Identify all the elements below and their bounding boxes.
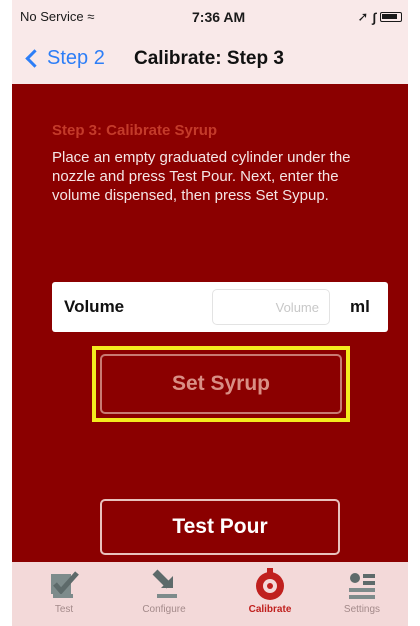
tab-calibrate-label: Calibrate [248, 604, 292, 615]
wifi-icon: ≈ [87, 9, 95, 24]
arrow-down-right-icon [152, 569, 177, 598]
location-arrow-icon: ➚ [357, 9, 369, 24]
step-description: Place an empty graduated cylinder under … [52, 149, 351, 204]
tab-settings-label: Settings [343, 604, 381, 615]
phone-screen: No Service ≈ 7:36 AM ➚ ∫ Step 2 Calibrat… [12, 0, 408, 626]
tab-configure[interactable]: Configure [116, 568, 212, 626]
settings-list-icon [349, 573, 375, 599]
carrier-label: No Service [20, 9, 84, 24]
volume-row: Volume ml [52, 282, 388, 332]
status-bar: No Service ≈ 7:36 AM ➚ ∫ [12, 0, 408, 38]
back-button-label: Step 2 [47, 47, 105, 69]
page-title: Calibrate: Step 3 [134, 48, 284, 69]
calibration-panel: Step 3: Calibrate Syrup Place an empty g… [12, 84, 408, 562]
volume-input[interactable] [212, 289, 330, 325]
step-heading: Step 3: Calibrate Syrup [52, 122, 218, 139]
back-button[interactable]: Step 2 [22, 47, 105, 70]
tab-test-label: Test [54, 604, 74, 615]
bluetooth-icon: ∫ [372, 9, 376, 25]
tab-settings[interactable]: Settings [314, 568, 408, 626]
battery-icon [380, 12, 402, 22]
set-syrup-button[interactable]: Set Syrup [100, 354, 342, 414]
status-time: 7:36 AM [192, 9, 246, 25]
navigation-bar: Step 2 Calibrate: Step 3 [12, 38, 408, 84]
test-pour-button[interactable]: Test Pour [100, 499, 340, 555]
carrier-status: No Service ≈ [20, 9, 94, 24]
status-indicators: ➚ ∫ [358, 9, 402, 25]
tab-calibrate[interactable]: Calibrate [222, 568, 318, 626]
tab-configure-label: Configure [142, 604, 186, 615]
tab-bar: Test Configure Calibrate Settings [12, 562, 408, 626]
gauge-dial-icon [256, 568, 284, 600]
volume-label: Volume [64, 297, 125, 316]
checkbox-check-icon [51, 571, 79, 598]
chevron-left-icon [25, 49, 44, 68]
tab-test[interactable]: Test [16, 568, 112, 626]
volume-unit: ml [350, 297, 370, 316]
